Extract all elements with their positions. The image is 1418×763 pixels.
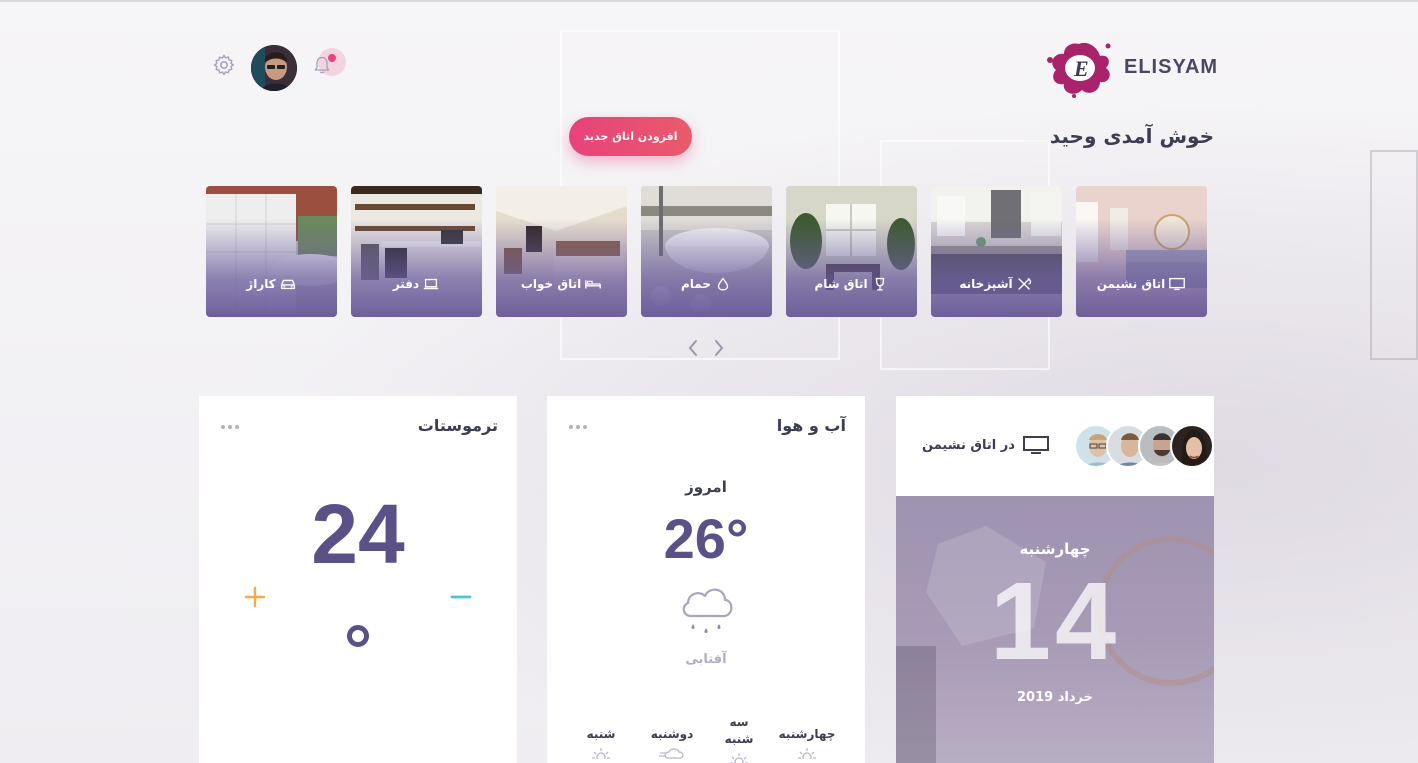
forecast-day-label: سه شنبه [724,715,754,746]
date-month-year: خرداد 2019 [1017,690,1093,705]
top-border [0,0,1418,2]
room-overlay [641,186,772,317]
forecast-day-label: دوشنبه [650,727,694,741]
room-card-dining[interactable]: اتاق شام [786,186,917,317]
forecast-day: شنبه [576,726,626,759]
chevron-right-icon[interactable] [712,338,726,358]
room-overlay [786,186,917,317]
room-card-bathroom[interactable]: حمام [641,186,772,317]
room-label: کاراژ [206,276,337,292]
weather-title: آب و هوا [776,416,846,435]
brand-name: ELISYAM [1124,56,1219,78]
carousel-nav [686,338,726,360]
chevron-left-icon[interactable] [686,338,700,358]
weather-today-label: امروز [685,478,727,496]
room-overlay [1076,186,1207,317]
room-name: دفتر [392,277,420,291]
date-day: 14 [989,560,1121,683]
forecast-day: دوشنبه [640,726,704,759]
rooms-carousel: کاراژ دفتر اتاق خواب حمام اتاق شام آشپزخ… [206,186,1207,317]
room-label: آشپزخانه [931,276,1062,292]
brand-logo[interactable]: E ELISYAM [1040,38,1220,98]
forecast-day-label: شنبه [586,727,616,741]
tv-icon [1169,277,1186,291]
room-name: اتاق شام [814,277,868,291]
avatar-photo [251,45,297,91]
background-frame [1370,150,1418,360]
room-card-living-room[interactable]: اتاق نشیمن [1076,186,1207,317]
utensils-icon [1017,277,1031,290]
notification-dot [328,54,336,62]
sun-icon [730,753,748,763]
forecast-day: چهارشنبه [768,726,846,759]
room-card-garage[interactable]: کاراژ [206,186,337,317]
tv-icon [1022,436,1049,454]
thermostat-power-toggle[interactable] [347,625,369,647]
weather-condition: آفتابی [685,652,727,667]
room-overlay [496,186,627,317]
bed-icon [585,280,602,289]
decrease-temp-button[interactable] [450,587,472,607]
page-title: خوش آمدی وحید [1049,124,1214,148]
room-label: اتاق نشیمن [1076,276,1207,292]
cloud-icon [659,748,684,759]
room-overlay [351,186,482,317]
add-room-button[interactable]: افزودن اتاق جدید [569,117,692,156]
current-room-label: در اتاق نشیمن [922,437,1015,453]
weather-temperature: 26° [663,507,749,570]
wine-glass-icon [875,277,884,291]
gear-icon[interactable] [212,53,236,77]
sun-icon [798,748,816,759]
notifications-button[interactable] [310,48,346,84]
car-icon [280,279,295,290]
room-label: دفتر [351,276,482,292]
forecast-day-label: چهارشنبه [778,727,836,741]
room-overlay [206,186,337,317]
thermostat-title: ترموستات [417,416,498,435]
thermostat-value: 24 [311,487,405,581]
room-label: اتاق شام [786,276,917,292]
rain-cloud-icon [682,588,733,633]
avatar[interactable] [251,45,297,91]
room-name: کاراژ [246,277,276,291]
room-name: اتاق خواب [520,277,582,291]
room-name: آشپزخانه [959,277,1013,291]
room-card-kitchen[interactable]: آشپزخانه [931,186,1062,317]
room-card-office[interactable]: دفتر [351,186,482,317]
room-label: حمام [641,276,772,292]
room-overlay [931,186,1062,317]
increase-temp-button[interactable] [242,584,268,610]
room-occupants [1074,424,1216,470]
weather-menu-button[interactable] [569,414,593,430]
laptop-icon [424,278,439,290]
room-name: حمام [681,277,711,291]
avatar[interactable] [1170,424,1214,468]
logo-letter: E [1074,56,1089,81]
date-weekday: چهارشنبه [1019,540,1091,558]
room-name: اتاق نشیمن [1096,277,1166,291]
drop-icon [717,277,729,291]
room-label: اتاق خواب [496,276,627,292]
current-room-indicator[interactable]: در اتاق نشیمن [922,436,1049,454]
thermostat-menu-button[interactable] [221,414,245,430]
room-card-bedroom[interactable]: اتاق خواب [496,186,627,317]
sun-icon [592,748,610,759]
forecast-day: سه شنبه [714,714,764,763]
